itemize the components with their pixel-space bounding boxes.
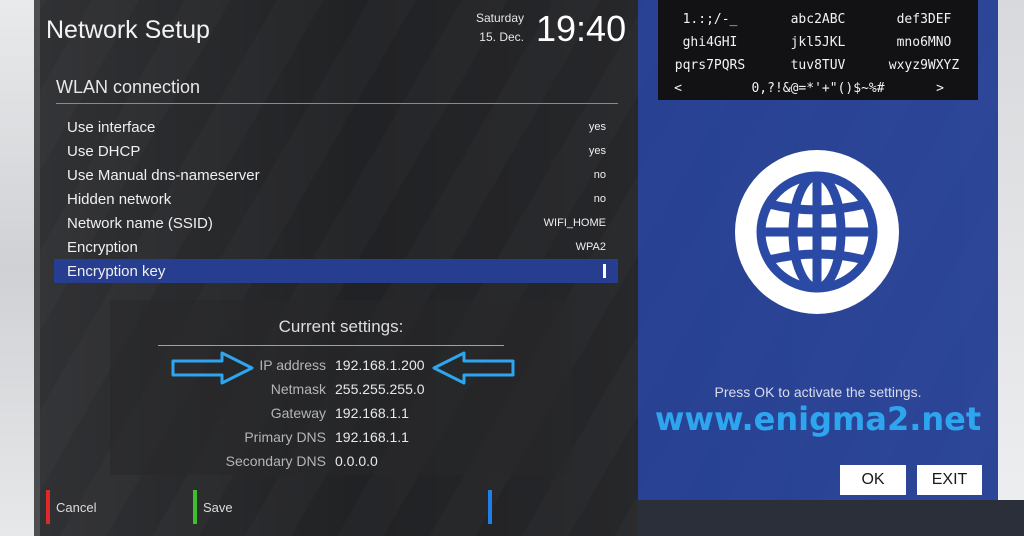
keypad-key-2[interactable]: abc2ABC	[768, 12, 868, 27]
current-settings-divider	[158, 345, 504, 346]
setting-hidden-network[interactable]: Hidden network no	[54, 187, 618, 211]
section-divider	[56, 103, 618, 104]
current-value: 0.0.0.0	[335, 453, 378, 469]
background-video-right	[998, 0, 1024, 536]
section-title: WLAN connection	[56, 77, 201, 97]
keypad-key-1[interactable]: 1.:;/-_	[660, 12, 760, 27]
current-value: 192.168.1.1	[335, 429, 409, 445]
setting-label: Use DHCP	[67, 142, 141, 160]
clock-time: 19:40	[536, 8, 627, 49]
setting-label: Use interface	[67, 118, 156, 136]
keypad-row: 1.:;/-_ abc2ABC def3DEF	[658, 12, 978, 32]
clock-date: 15. Dec.	[479, 30, 524, 44]
setting-encryption[interactable]: Encryption WPA2	[54, 235, 618, 259]
save-button[interactable]: Save	[203, 500, 233, 515]
setting-label: Use Manual dns-nameserver	[67, 166, 260, 184]
hint-text: Press OK to activate the settings.	[714, 384, 922, 400]
current-key: IP address	[259, 357, 326, 373]
keypad-key-5[interactable]: jkl5JKL	[768, 35, 868, 50]
green-key-indicator	[193, 490, 197, 524]
keypad-row: < 0,?!&@=*'+"()$~%# >	[658, 81, 978, 101]
blue-key-indicator[interactable]	[488, 490, 492, 524]
setting-ssid[interactable]: Network name (SSID) WIFI_HOME	[54, 211, 618, 235]
setting-encryption-key[interactable]: Encryption key	[54, 259, 618, 283]
exit-button[interactable]: EXIT	[917, 465, 982, 495]
site-watermark: www.enigma2.net	[654, 400, 982, 438]
current-key: Primary DNS	[244, 429, 326, 445]
setting-label: Hidden network	[67, 190, 172, 208]
keypad-key-8[interactable]: tuv8TUV	[768, 58, 868, 73]
current-gateway: Gateway 192.168.1.1	[110, 405, 572, 427]
keypad-key-3[interactable]: def3DEF	[874, 12, 974, 27]
keypad-row: ghi4GHI jkl5JKL mno6MNO	[658, 35, 978, 55]
text-input-keypad: 1.:;/-_ abc2ABC def3DEF ghi4GHI jkl5JKL …	[658, 0, 978, 100]
keypad-key-left[interactable]: <	[648, 81, 708, 96]
setting-value: WIFI_HOME	[543, 217, 606, 229]
setting-value: yes	[588, 145, 606, 157]
keypad-key-9[interactable]: wxyz9WXYZ	[874, 58, 974, 73]
keypad-row: pqrs7PQRS tuv8TUV wxyz9WXYZ	[658, 58, 978, 78]
setting-label: Encryption	[67, 238, 138, 256]
current-key: Netmask	[270, 381, 326, 397]
background-video-bottom	[638, 500, 1024, 536]
keypad-key-right[interactable]: >	[910, 81, 970, 96]
current-key: Secondary DNS	[225, 453, 326, 469]
setting-value: no	[593, 169, 606, 181]
current-value: 255.255.255.0	[335, 381, 425, 397]
setting-label: Network name (SSID)	[67, 214, 213, 232]
setting-manual-dns[interactable]: Use Manual dns-nameserver no	[54, 163, 618, 187]
globe-icon	[735, 150, 899, 314]
keypad-key-4[interactable]: ghi4GHI	[660, 35, 760, 50]
current-secondary-dns: Secondary DNS 0.0.0.0	[110, 453, 572, 475]
setting-value: WPA2	[575, 241, 606, 253]
red-key-indicator	[46, 490, 50, 524]
setting-value: no	[593, 193, 606, 205]
setting-value: yes	[588, 121, 606, 133]
current-key: Gateway	[270, 405, 326, 421]
page-title: Network Setup	[46, 16, 210, 44]
current-value: 192.168.1.1	[335, 405, 409, 421]
setting-use-interface[interactable]: Use interface yes	[54, 115, 618, 139]
arrow-right-icon	[171, 351, 254, 385]
keypad-key-6[interactable]: mno6MNO	[874, 35, 974, 50]
cancel-button[interactable]: Cancel	[56, 500, 96, 515]
setting-label: Encryption key	[67, 262, 166, 280]
keypad-key-7[interactable]: pqrs7PQRS	[660, 58, 760, 73]
arrow-left-icon	[432, 351, 515, 385]
current-value: 192.168.1.200	[335, 357, 425, 373]
clock-day: Saturday	[475, 11, 524, 25]
current-primary-dns: Primary DNS 192.168.1.1	[110, 429, 572, 451]
setting-use-dhcp[interactable]: Use DHCP yes	[54, 139, 618, 163]
current-settings-title: Current settings:	[278, 317, 404, 336]
ok-button[interactable]: OK	[840, 465, 906, 495]
keypad-key-0[interactable]: 0,?!&@=*'+"()$~%#	[728, 81, 908, 96]
text-cursor[interactable]	[603, 264, 606, 278]
